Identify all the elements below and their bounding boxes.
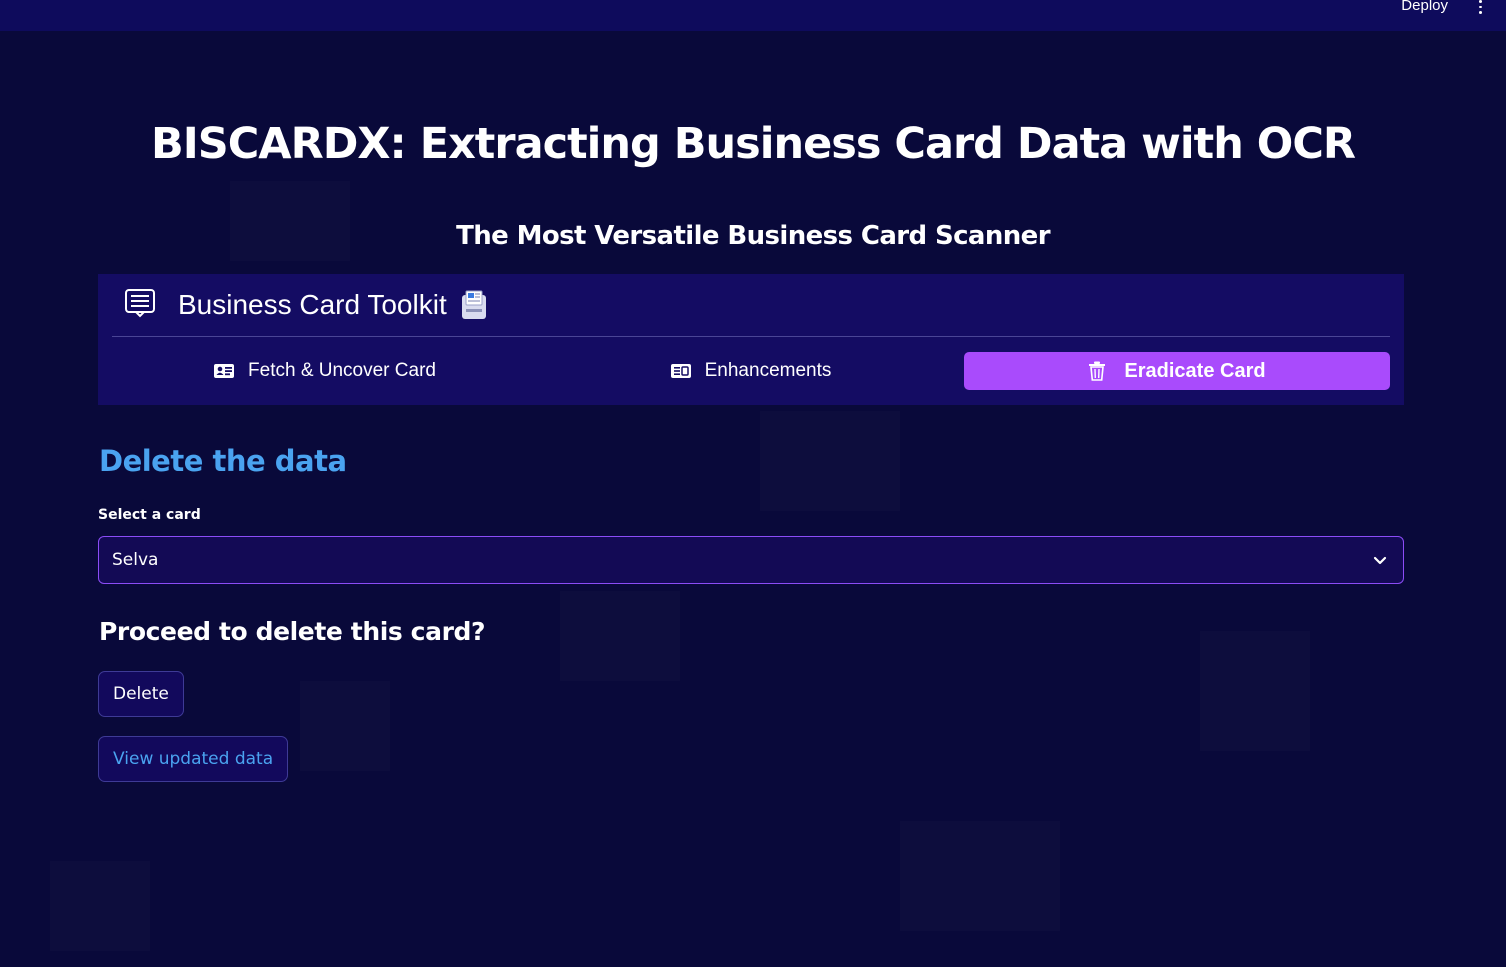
nav-fetch-uncover-card[interactable]: Fetch & Uncover Card [112,352,538,390]
menu-title: Business Card Toolkit [178,289,447,320]
section-heading: Delete the data [99,444,347,478]
select-card-dropdown[interactable]: Selva [98,536,1404,584]
top-bar: Deploy [0,0,1506,31]
option-menu: Business Card Toolkit Fetch & Uncover Ca… [98,274,1404,405]
background-pattern [1200,631,1310,751]
confirm-question: Proceed to delete this card? [99,617,486,646]
background-pattern [760,411,900,511]
nav-eradicate-card[interactable]: Eradicate Card [964,352,1390,390]
main-content: BISCARDX: Extracting Business Card Data … [0,31,1506,967]
menu-header: Business Card Toolkit [124,288,489,322]
background-pattern [900,821,1060,931]
view-updated-data-button[interactable]: View updated data [98,736,289,782]
id-card-icon [214,363,235,379]
list-icon [124,288,156,322]
page-subtitle: The Most Versatile Business Card Scanner [456,221,1050,251]
card-index-icon [459,289,489,321]
select-value: Selva [112,550,159,570]
select-card-label: Select a card [98,507,201,523]
nav-label: Enhancements [704,360,832,381]
background-pattern [560,591,680,681]
nav-label: Eradicate Card [1124,359,1266,382]
card-text-icon [670,363,691,379]
deploy-button[interactable]: Deploy [1401,0,1448,14]
page-title: BISCARDX: Extracting Business Card Data … [151,119,1356,169]
menu-divider [112,336,1390,337]
background-pattern [50,861,150,951]
nav-enhancements[interactable]: Enhancements [538,352,964,390]
delete-button[interactable]: Delete [98,671,184,717]
kebab-menu-icon[interactable] [1474,0,1486,15]
trash-icon [1088,361,1106,381]
chevron-down-icon [1373,556,1387,565]
nav-label: Fetch & Uncover Card [248,360,436,381]
background-pattern [300,681,390,771]
